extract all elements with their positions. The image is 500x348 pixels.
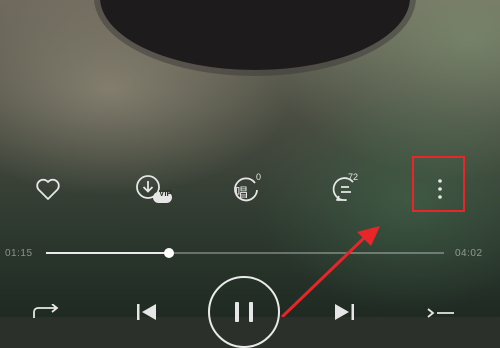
playlist-button[interactable]	[426, 306, 456, 324]
download-button[interactable]: VIP	[130, 168, 176, 210]
playlist-icon	[427, 308, 454, 318]
progress-bar[interactable]	[46, 248, 444, 258]
more-button-highlight	[412, 156, 465, 212]
previous-button[interactable]	[136, 302, 158, 325]
pause-icon	[235, 302, 253, 322]
next-button[interactable]	[333, 302, 355, 325]
repeat-icon	[33, 303, 59, 318]
comment-count: 72	[348, 172, 359, 182]
pause-button[interactable]	[208, 276, 280, 348]
vip-label: VIP	[159, 189, 172, 198]
sing-glyph: 唱	[235, 185, 249, 200]
current-time: 01:15	[5, 248, 33, 259]
total-time: 04:02	[455, 248, 483, 259]
previous-icon	[137, 304, 156, 320]
heart-icon	[36, 178, 60, 200]
sing-button[interactable]: 唱 0	[226, 168, 266, 210]
sing-count: 0	[256, 172, 262, 182]
progress-fill	[46, 252, 170, 254]
like-button[interactable]	[28, 168, 68, 210]
next-icon	[335, 304, 354, 320]
comment-button[interactable]: 72	[326, 168, 366, 210]
repeat-button[interactable]	[30, 303, 62, 325]
